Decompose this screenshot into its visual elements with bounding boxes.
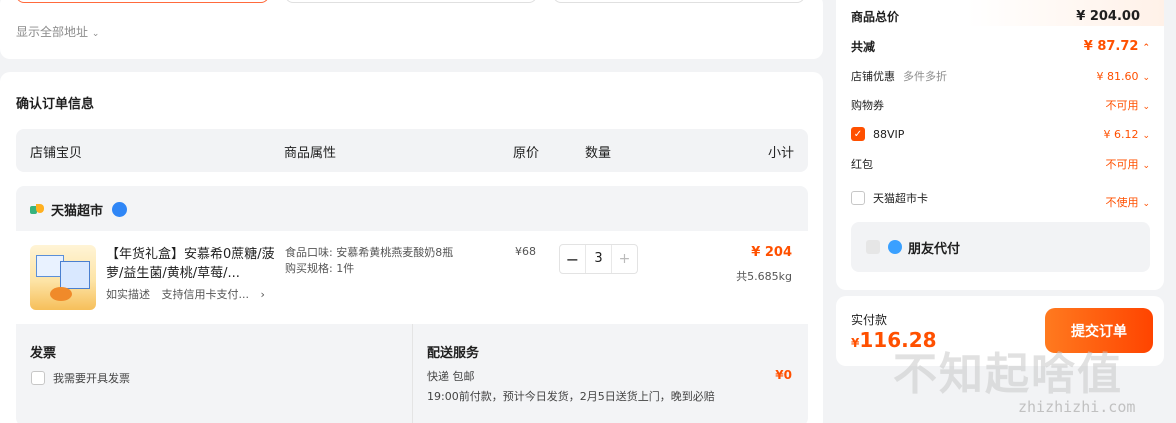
voucher-value: 不可用 [1105,99,1139,112]
pay-label: 实付款 [851,313,888,327]
chevron-down-icon: ⌄ [1142,72,1150,83]
friend-pay-label: 朋友代付 [908,241,961,257]
discount-label: 共减 [851,40,876,54]
order-card: 确认订单信息 店铺宝贝 商品属性 原价 数量 小计 天猫超市 【年货礼盒】安慕希… [0,72,823,423]
chevron-down-icon: ⌄ [1142,130,1150,141]
address-card: 显示全部地址 ⌄ [0,0,823,59]
header-attr: 商品属性 [284,146,337,161]
discount-row[interactable]: 共减 ¥ 87.72 ⌃ [851,38,1150,55]
product-title[interactable]: 【年货礼盒】安慕希0蔗糖/菠萝/益生菌/黄桃/草莓/... [106,245,276,283]
vip-checkbox-checked-icon[interactable]: ✓ [851,127,865,141]
header-subtotal: 小计 [767,146,794,161]
decrease-button[interactable]: − [560,250,585,269]
attr-spec: 购买规格: 1件 [285,262,355,275]
invoice-section: 发票 我需要开具发票 [16,324,411,423]
attr-flavor: 食品口味: 安慕希黄桃燕麦酸奶8瓶 [285,246,454,259]
price-summary-panel: 商品总价 ¥ 204.00 共减 ¥ 87.72 ⌃ 店铺优惠 多件多折 ¥ 81.… [836,0,1164,290]
address-option[interactable] [553,0,805,3]
show-all-addresses-link[interactable]: 显示全部地址 ⌄ [16,23,99,40]
tag-credit-card: 支持信用卡支付... [161,288,250,301]
cart-item-row: 【年货礼盒】安慕希0蔗糖/菠萝/益生菌/黄桃/草莓/... 如实描述 支持信用卡… [16,231,808,324]
redpack-label: 红包 [851,158,873,171]
redpack-row[interactable]: 红包 不可用 ⌄ [851,156,1150,172]
product-tags[interactable]: 如实描述 支持信用卡支付... › [106,286,265,302]
shop-group: 天猫超市 【年货礼盒】安慕希0蔗糖/菠萝/益生菌/黄桃/草莓/... 如实描述 … [16,186,808,423]
vip-label: 88VIP [873,127,905,141]
card-value: 不使用 [1105,196,1139,209]
voucher-row[interactable]: 购物券 不可用 ⌄ [851,97,1150,113]
friend-pay-option[interactable]: 朋友代付 [851,222,1150,272]
delivery-method: 快递 包邮 [427,370,475,383]
original-price: ¥68 [515,245,536,258]
delivery-title: 配送服务 [427,346,480,361]
product-thumbnail[interactable] [30,245,96,310]
discount-value: ¥ 87.72 [1083,39,1139,54]
table-header: 店铺宝贝 商品属性 原价 数量 小计 [16,129,808,172]
vip-value: ¥ 6.12 [1103,127,1139,141]
watermark: 不知起啥值 [893,349,1123,400]
section-title: 确认订单信息 [16,97,95,112]
shop-header: 天猫超市 [30,200,128,219]
card-checkbox[interactable] [851,191,865,205]
chevron-down-icon: ⌄ [1142,102,1150,112]
delivery-fee: ¥0 [775,368,792,382]
total-row: 商品总价 ¥ 204.00 [851,8,1150,25]
shop-promo-note: 多件多折 [903,70,947,83]
tmall-logo-icon [30,203,45,216]
quantity-stepper: − 3 + [559,244,638,274]
header-item: 店铺宝贝 [30,146,83,161]
item-weight: 共5.685kg [736,270,792,283]
increase-button[interactable]: + [612,251,637,267]
tag-as-described: 如实描述 [106,288,150,301]
invoice-checkbox-row[interactable]: 我需要开具发票 [31,370,130,386]
product-attributes: 食品口味: 安慕希黄桃燕麦酸奶8瓶 购买规格: 1件 [285,245,455,277]
address-option-selected[interactable] [16,0,269,3]
header-price: 原价 [513,146,540,161]
friend-pay-icon [888,240,902,254]
chevron-up-icon: ⌃ [1142,43,1150,53]
supermarket-card-row[interactable]: 天猫超市卡 不使用 ⌄ [851,186,1150,210]
address-option[interactable] [285,0,537,3]
quantity-input[interactable]: 3 [585,245,612,273]
chevron-right-icon: › [260,288,265,301]
shop-name[interactable]: 天猫超市 [51,200,103,219]
invoice-title: 发票 [30,346,57,361]
invoice-checkbox[interactable] [31,371,45,385]
chat-icon[interactable] [112,202,128,217]
show-all-label: 显示全部地址 [16,25,89,39]
friend-pay-checkbox[interactable] [866,240,880,254]
delivery-eta: 19:00前付款，预计今日发货，2月5日送货上门，晚到必赔 [427,390,715,403]
item-subtotal: ¥ 204 [751,245,792,260]
invoice-option-label: 我需要开具发票 [53,372,130,385]
chevron-down-icon: ⌄ [91,29,100,39]
total-value: ¥ 204.00 [1076,9,1140,24]
card-label: 天猫超市卡 [873,192,928,205]
chevron-down-icon: ⌄ [1142,161,1150,171]
header-qty: 数量 [585,146,612,161]
shop-promo-value: ¥ 81.60 [1096,69,1139,83]
voucher-label: 购物券 [851,99,884,112]
watermark-url: zhizhizhi.com [1018,398,1136,416]
redpack-value: 不可用 [1105,158,1139,171]
shop-promo-row[interactable]: 店铺优惠 多件多折 ¥ 81.60 ⌄ [851,68,1150,84]
delivery-section: 配送服务 快递 包邮 19:00前付款，预计今日发货，2月5日送货上门，晚到必赔… [412,324,808,423]
shop-promo-label: 店铺优惠 [851,70,895,83]
chevron-down-icon: ⌄ [1142,199,1150,209]
vip-row[interactable]: ✓ 88VIP ¥ 6.12 ⌄ [851,127,1150,141]
total-label: 商品总价 [851,10,900,24]
